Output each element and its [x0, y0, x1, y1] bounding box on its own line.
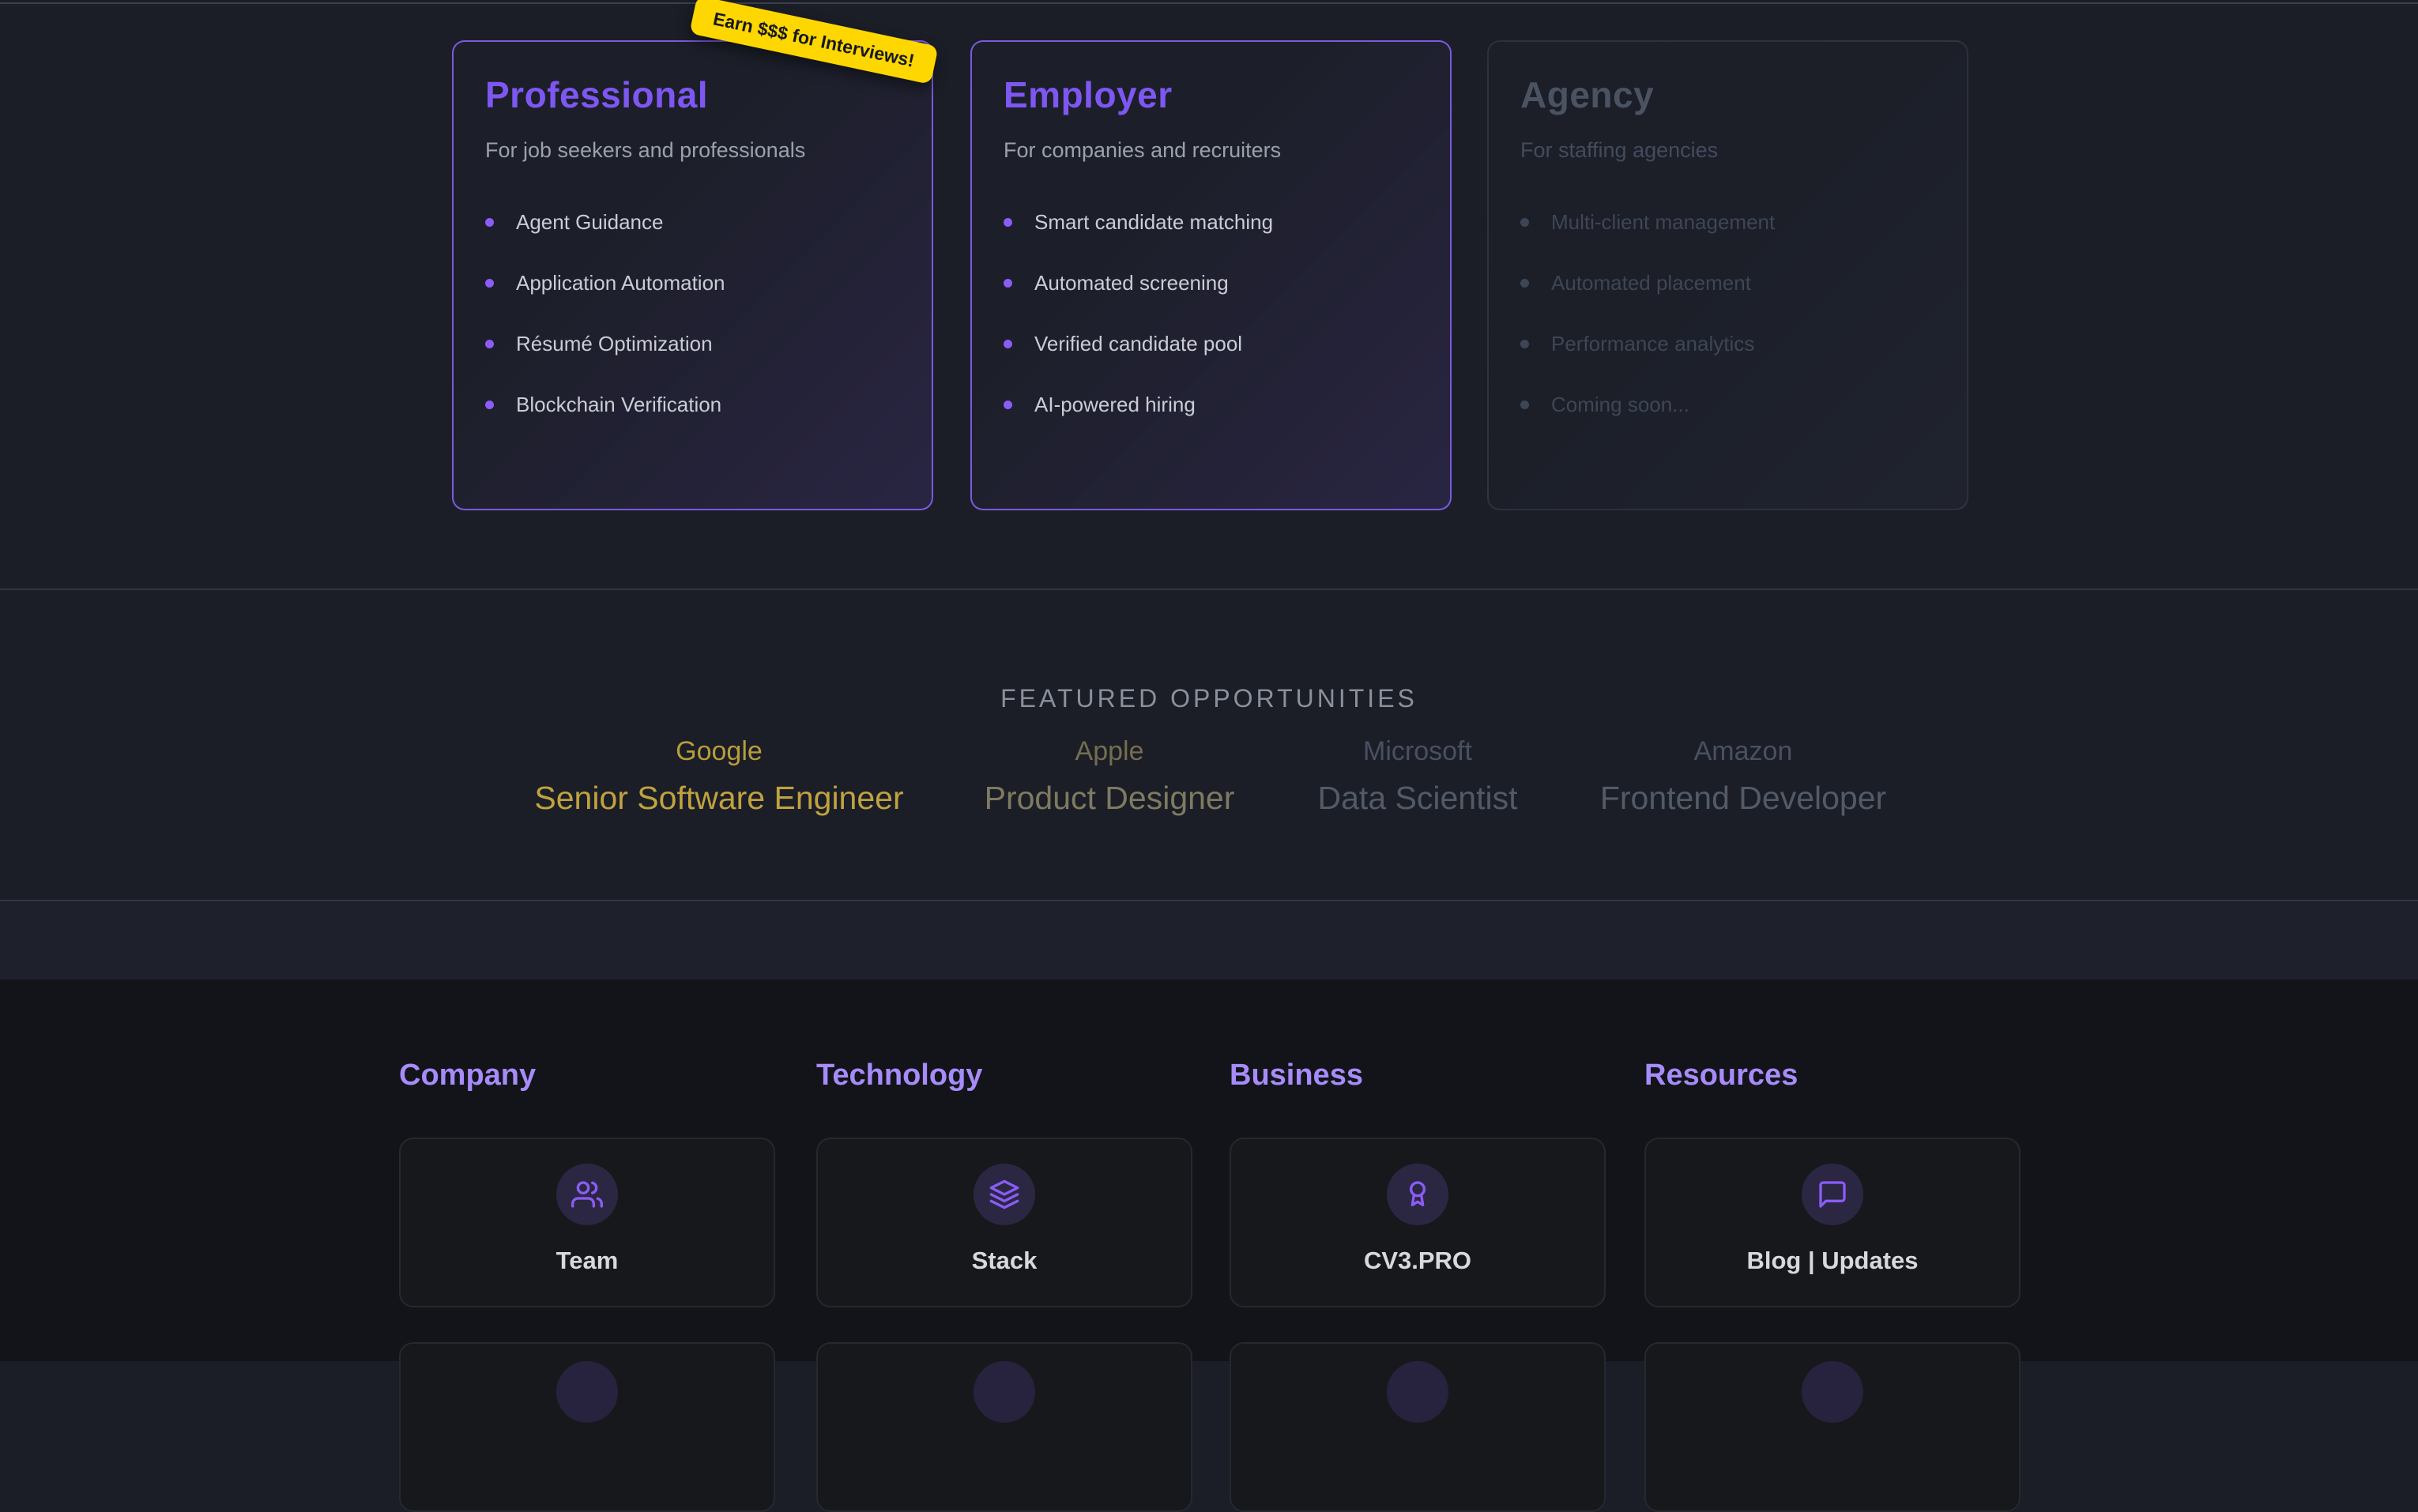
featured-job-google[interactable]: Google Senior Software Engineer — [534, 736, 903, 817]
featured-heading: FEATURED OPPORTUNITIES — [0, 684, 2418, 713]
plan-feature-list: Smart candidate matching Automated scree… — [1004, 210, 1418, 417]
plan-card-employer[interactable]: Employer For companies and recruiters Sm… — [970, 40, 1452, 510]
plan-feature: Automated placement — [1520, 271, 1935, 295]
plan-feature-label: Résumé Optimization — [516, 332, 713, 356]
award-icon — [1402, 1179, 1433, 1210]
plan-feature-label: Verified candidate pool — [1034, 332, 1242, 356]
footer-card-stack[interactable]: Stack — [816, 1138, 1192, 1307]
plan-feature: Résumé Optimization — [485, 332, 900, 356]
plan-feature-label: Coming soon... — [1551, 393, 1689, 417]
bullet-icon — [1004, 279, 1012, 288]
bullet-icon — [1520, 401, 1529, 409]
bullet-icon — [1520, 218, 1529, 227]
footer-column-technology: Technology Stack — [816, 980, 1192, 1512]
plan-title: Agency — [1520, 73, 1935, 116]
chat-icon — [1817, 1179, 1848, 1210]
footer-card-partial[interactable] — [1644, 1342, 2021, 1512]
job-company: Amazon — [1600, 736, 1886, 767]
job-company: Microsoft — [1318, 736, 1518, 767]
footer-column-resources: Resources Blog | Updates — [1644, 980, 2021, 1512]
footer-column-title: Company — [399, 1059, 775, 1093]
plan-feature: Application Automation — [485, 271, 900, 295]
featured-job-amazon[interactable]: Amazon Frontend Developer — [1600, 736, 1886, 817]
plan-title: Employer — [1004, 73, 1418, 116]
footer-card-partial[interactable] — [399, 1342, 775, 1512]
icon-circle — [1387, 1164, 1448, 1225]
plan-feature-label: Automated placement — [1551, 271, 1751, 295]
plan-feature: Smart candidate matching — [1004, 210, 1418, 235]
plan-feature-list: Multi-client management Automated placem… — [1520, 210, 1935, 417]
footer-card-cv3pro[interactable]: CV3.PRO — [1230, 1138, 1606, 1307]
bullet-icon — [485, 218, 494, 227]
job-company: Google — [534, 736, 903, 767]
footer-card-partial[interactable] — [816, 1342, 1192, 1512]
bullet-icon — [485, 401, 494, 409]
featured-opportunities-section: FEATURED OPPORTUNITIES Google Senior Sof… — [0, 589, 2418, 901]
footer-card-team[interactable]: Team — [399, 1138, 775, 1307]
icon-circle — [1387, 1361, 1448, 1423]
plan-feature: Performance analytics — [1520, 332, 1935, 356]
job-role: Frontend Developer — [1600, 780, 1886, 817]
bullet-icon — [485, 340, 494, 348]
plan-feature: Blockchain Verification — [485, 393, 900, 417]
bullet-icon — [1004, 218, 1012, 227]
plan-feature: AI-powered hiring — [1004, 393, 1418, 417]
plan-feature-label: Automated screening — [1034, 271, 1229, 295]
footer-column-title: Technology — [816, 1059, 1192, 1093]
plan-feature-label: Multi-client management — [1551, 210, 1775, 235]
footer-card-label: CV3.PRO — [1364, 1247, 1471, 1275]
plan-feature-label: Performance analytics — [1551, 332, 1754, 356]
plan-subtitle: For companies and recruiters — [1004, 138, 1418, 163]
icon-circle — [1802, 1164, 1863, 1225]
footer-card-label: Stack — [972, 1247, 1038, 1275]
footer-column-business: Business CV3.PRO — [1230, 980, 1606, 1512]
plan-feature: Multi-client management — [1520, 210, 1935, 235]
plan-feature-label: Application Automation — [516, 271, 725, 295]
footer-card-label: Blog | Updates — [1746, 1247, 1918, 1275]
footer-card-blog[interactable]: Blog | Updates — [1644, 1138, 2021, 1307]
job-role: Product Designer — [985, 780, 1235, 817]
job-role: Senior Software Engineer — [534, 780, 903, 817]
plan-feature: Agent Guidance — [485, 210, 900, 235]
footer-card-partial[interactable] — [1230, 1342, 1606, 1512]
plan-subtitle: For staffing agencies — [1520, 138, 1935, 163]
plan-feature-label: Blockchain Verification — [516, 393, 721, 417]
plan-feature-label: AI-powered hiring — [1034, 393, 1196, 417]
footer: Company Team Technology Stack — [0, 980, 2418, 1361]
icon-circle — [974, 1164, 1035, 1225]
bullet-icon — [1004, 401, 1012, 409]
icon-circle — [556, 1361, 618, 1423]
plan-feature-label: Agent Guidance — [516, 210, 663, 235]
plans-section: Earn $$$ for Interviews! Professional Fo… — [0, 0, 2418, 589]
plan-card-agency: Agency For staffing agencies Multi-clien… — [1487, 40, 1968, 510]
icon-circle — [556, 1164, 618, 1225]
featured-job-apple[interactable]: Apple Product Designer — [985, 736, 1235, 817]
section-spacer — [0, 903, 2418, 980]
featured-job-microsoft[interactable]: Microsoft Data Scientist — [1318, 736, 1518, 817]
footer-column-title: Business — [1230, 1059, 1606, 1093]
bullet-icon — [1004, 340, 1012, 348]
icon-circle — [1802, 1361, 1863, 1423]
job-role: Data Scientist — [1318, 780, 1518, 817]
bullet-icon — [1520, 340, 1529, 348]
footer-column-company: Company Team — [399, 980, 775, 1512]
plan-feature: Verified candidate pool — [1004, 332, 1418, 356]
plan-card-professional[interactable]: Professional For job seekers and profess… — [452, 40, 933, 510]
plan-feature-label: Smart candidate matching — [1034, 210, 1273, 235]
plan-feature: Automated screening — [1004, 271, 1418, 295]
plan-feature-list: Agent Guidance Application Automation Ré… — [485, 210, 900, 417]
plan-feature: Coming soon... — [1520, 393, 1935, 417]
layers-icon — [989, 1179, 1020, 1210]
plan-title: Professional — [485, 73, 900, 116]
icon-circle — [974, 1361, 1035, 1423]
plan-subtitle: For job seekers and professionals — [485, 138, 900, 163]
bullet-icon — [485, 279, 494, 288]
users-icon — [571, 1179, 603, 1210]
job-company: Apple — [985, 736, 1235, 767]
footer-column-title: Resources — [1644, 1059, 2021, 1093]
footer-card-label: Team — [556, 1247, 619, 1275]
bullet-icon — [1520, 279, 1529, 288]
